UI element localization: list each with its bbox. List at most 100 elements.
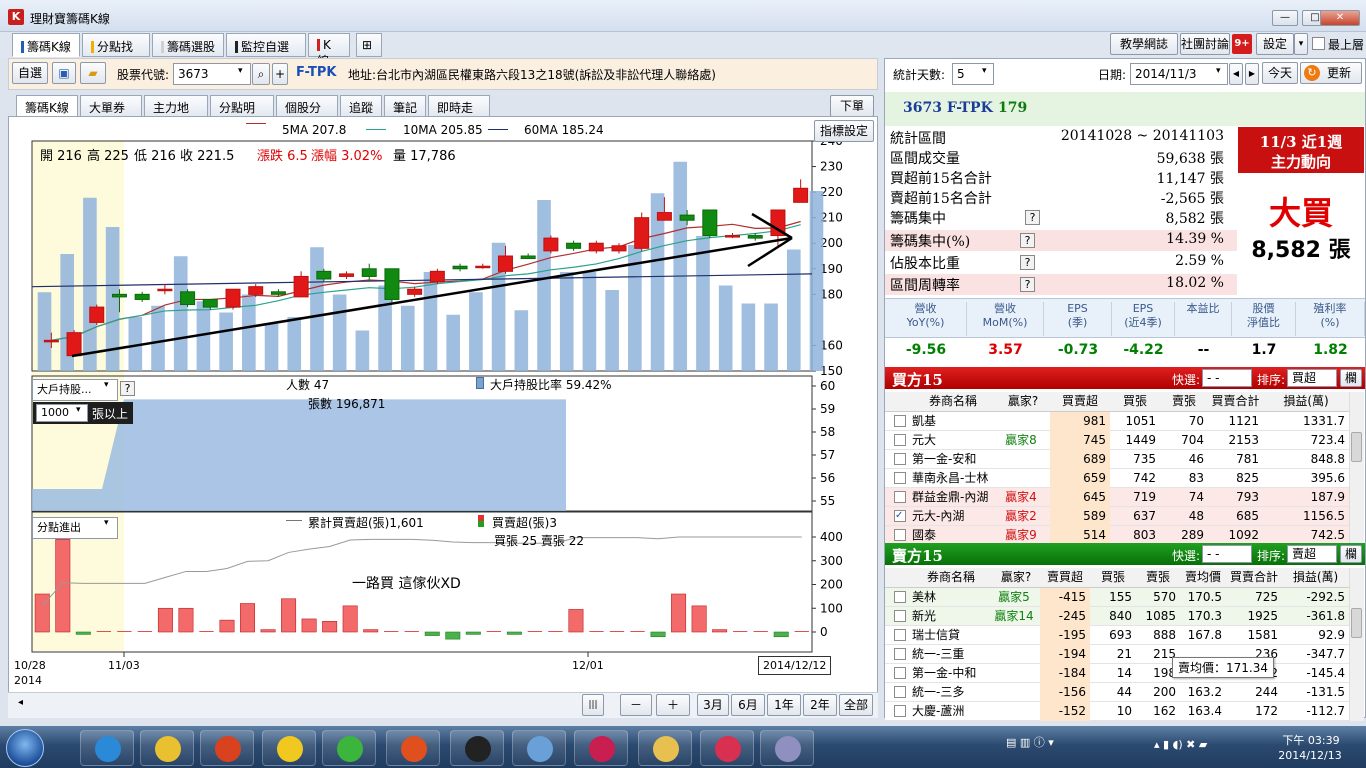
buy15-col-header[interactable]: 買賣合計 (1208, 392, 1263, 411)
buy15-row-checkbox[interactable] (894, 434, 906, 446)
prev-date-icon[interactable]: ◀ (1229, 63, 1243, 85)
sell15-col-header[interactable]: 賣買超 (1040, 568, 1090, 587)
close-button[interactable]: ✕ (1320, 10, 1360, 26)
system-tray-icons[interactable]: ▴ ▮ ◖) ✖ ▰ (1154, 738, 1268, 751)
watchlist-button[interactable]: 自選 (12, 62, 48, 84)
top-tab-3[interactable]: 監控自選股 (226, 33, 306, 71)
buy15-row-checkbox[interactable] (894, 491, 906, 503)
sell15-col-header[interactable]: 券商名稱 (910, 568, 992, 587)
stat-help-icon[interactable]: ? (1020, 277, 1035, 292)
stat-help-icon[interactable]: ? (1025, 210, 1040, 225)
range-button-2[interactable]: 1年 (767, 694, 801, 716)
days-select[interactable]: 5 (952, 63, 994, 85)
sell15-row-checkbox[interactable] (894, 648, 906, 660)
buy15-row-checkbox[interactable]: ✓ (894, 510, 906, 522)
add-stock-button[interactable]: + (272, 63, 288, 85)
sub-tab-3[interactable]: 分點明細 (210, 95, 274, 132)
buy15-col-header[interactable]: 買賣超 (1050, 392, 1110, 411)
date-dropdown-icon[interactable]: ▾ (1216, 66, 1221, 76)
sell15-columns-button[interactable]: 欄 (1340, 545, 1362, 563)
minimize-button[interactable]: — (1272, 10, 1298, 26)
taskbar-app-icon[interactable] (386, 730, 440, 766)
sub-tab-5[interactable]: 追蹤 (340, 95, 382, 117)
indicator-settings-button[interactable]: 指標設定 (814, 120, 874, 142)
stat-help-icon[interactable]: ? (1020, 255, 1035, 270)
sub-tab-1[interactable]: 大單券商 (80, 95, 142, 132)
range-button-4[interactable]: 全部 (839, 694, 873, 716)
sub-tab-6[interactable]: 筆記 (384, 95, 426, 117)
taskbar-app-icon[interactable] (760, 730, 814, 766)
days-dropdown-icon[interactable]: ▾ (982, 66, 987, 76)
buy15-columns-button[interactable]: 欄 (1340, 369, 1362, 387)
sell15-scroll-thumb[interactable] (1351, 608, 1362, 638)
taskbar-app-icon[interactable] (262, 730, 316, 766)
sub-tab-0[interactable]: 籌碼K線 (16, 95, 78, 117)
sell15-row-checkbox[interactable] (894, 610, 906, 622)
tray-app-icons[interactable]: ▤ ▥ ⓘ ▾ (1006, 734, 1096, 750)
today-button[interactable]: 今天 (1262, 62, 1298, 84)
sell15-col-header[interactable]: 損益(萬) (1282, 568, 1349, 587)
buy15-row-checkbox[interactable] (894, 453, 906, 465)
buy15-col-header[interactable]: 買張 (1110, 392, 1160, 411)
taskbar-app-icon[interactable] (200, 730, 254, 766)
stat-help-icon[interactable]: ? (1020, 233, 1035, 248)
sub-tab-7[interactable]: 即時走勢 (428, 95, 490, 132)
sub-tab-2[interactable]: 主力地圖 (144, 95, 208, 132)
holder-type-dropdown-icon[interactable]: ▾ (104, 380, 109, 390)
scroll-thumb[interactable]: ||| (582, 694, 604, 716)
buy15-quick-select[interactable]: - - (1202, 369, 1252, 387)
next-date-icon[interactable]: ▶ (1245, 63, 1259, 85)
taskbar-app-icon[interactable] (322, 730, 376, 766)
buy15-row-checkbox[interactable] (894, 472, 906, 484)
sell15-sort-select[interactable]: 賣超 (1287, 545, 1337, 563)
taskbar-app-icon[interactable] (450, 730, 504, 766)
community-button[interactable]: 社團討論 (1180, 33, 1230, 55)
start-button-icon[interactable] (6, 729, 44, 767)
sell15-col-header[interactable]: 贏家? (992, 568, 1040, 587)
buy15-col-header[interactable]: 券商名稱 (910, 392, 996, 411)
top-tab-0[interactable]: 籌碼K線 (12, 33, 80, 57)
topmost-checkbox[interactable] (1312, 37, 1325, 50)
buy15-col-header[interactable]: 損益(萬) (1263, 392, 1349, 411)
sell15-scrollbar[interactable] (1349, 568, 1364, 721)
threshold-dropdown-icon[interactable]: ▾ (76, 405, 81, 415)
sell15-col-header[interactable]: 買張 (1090, 568, 1136, 587)
taskbar-app-icon[interactable] (638, 730, 692, 766)
scroll-left-icon[interactable]: ◂ (18, 697, 23, 708)
range-button-3[interactable]: 2年 (803, 694, 837, 716)
sell15-col-header[interactable]: 賣張 (1136, 568, 1180, 587)
search-icon[interactable]: ⌕ (252, 63, 270, 85)
sell15-row-checkbox[interactable] (894, 667, 906, 679)
zoom-out-icon[interactable]: － (620, 694, 652, 716)
sell15-col-header[interactable]: 買賣合計 (1226, 568, 1282, 587)
holder-help-icon[interactable]: ? (120, 381, 135, 396)
range-button-1[interactable]: 6月 (731, 694, 765, 716)
taskbar-app-icon[interactable] (80, 730, 134, 766)
taskbar-app-icon[interactable] (512, 730, 566, 766)
add-tab-icon[interactable]: ⊞ (356, 33, 382, 57)
notification-badge[interactable]: 9+ (1232, 34, 1252, 54)
save-icon[interactable]: ▣ (52, 62, 76, 84)
buy15-row-checkbox[interactable] (894, 415, 906, 427)
sell15-row-checkbox[interactable] (894, 686, 906, 698)
flow-type-dropdown-icon[interactable]: ▾ (104, 518, 109, 528)
taskbar-app-icon[interactable] (700, 730, 754, 766)
settings-dropdown-icon[interactable]: ▾ (1294, 33, 1308, 55)
stock-code-dropdown-icon[interactable]: ▾ (238, 66, 243, 76)
sub-tab-4[interactable]: 個股分析 (276, 95, 338, 132)
chart-canvas[interactable]: 2402302202102001901801601506059585756554… (8, 116, 878, 718)
buy15-scroll-thumb[interactable] (1351, 432, 1362, 462)
settings-button[interactable]: 設定 (1256, 33, 1294, 55)
sell15-quick-select[interactable]: - - (1202, 545, 1252, 563)
date-select[interactable]: 2014/11/3 (1130, 63, 1228, 85)
tutorial-button[interactable]: 教學網誌 (1110, 33, 1178, 55)
zoom-in-icon[interactable]: ＋ (656, 694, 690, 716)
folder-icon[interactable]: ▰ (80, 62, 106, 84)
buy15-row-checkbox[interactable] (894, 529, 906, 541)
buy15-col-header[interactable]: 賣張 (1160, 392, 1208, 411)
top-tab-4[interactable]: K線 (308, 33, 350, 68)
sell15-row-checkbox[interactable] (894, 705, 906, 717)
top-tab-2[interactable]: 籌碼選股 (152, 33, 224, 57)
buy15-scrollbar[interactable] (1349, 392, 1364, 545)
order-button[interactable]: 下單 (830, 95, 874, 117)
